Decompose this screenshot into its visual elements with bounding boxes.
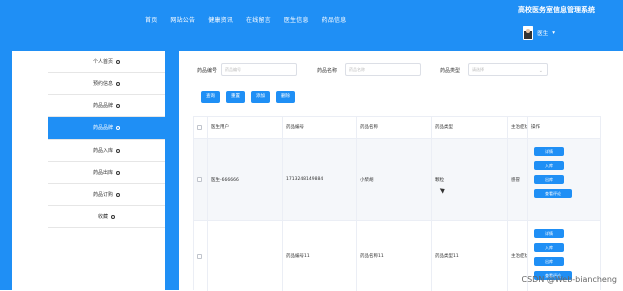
nav-announcement[interactable]: 网站公告 [170, 15, 195, 24]
search-button[interactable]: 查询 [201, 91, 220, 103]
detail-button[interactable]: 详情 [534, 147, 564, 156]
circle-icon [116, 148, 120, 153]
cell-name: 药品名称11 [357, 221, 432, 291]
medicine-type-select[interactable]: 请选择 ⌄ [468, 63, 548, 76]
header-select [194, 117, 208, 138]
left-accent-strip [0, 51, 12, 290]
main-content: 药品编号 药品编号 药品名称 药品名称 药品类型 请选择 ⌄ 查询 重置 添加 … [179, 51, 623, 291]
sidebar: 个人首页 预约信息 药品品牌 药品品牌 药品入库 药品出库 药品订购 收藏 [48, 51, 165, 290]
add-button[interactable]: 添加 [251, 91, 270, 103]
label-medicine-name: 药品名称 [317, 68, 338, 74]
view-comments-button[interactable]: 查看评论 [534, 189, 572, 198]
top-header: 首页 网站公告 健康资讯 在线留言 医生信息 药品信息 高校医务室信息管理系统 … [0, 0, 623, 51]
system-title: 高校医务室信息管理系统 [518, 6, 595, 14]
table-header: 医生用户 药品编号 药品名称 药品类型 主治症状 操作 [194, 117, 600, 139]
medicine-name-input[interactable]: 药品名称 [345, 63, 421, 76]
cell-doctor: 医生-666666 [208, 139, 283, 220]
circle-icon [116, 81, 120, 86]
sidebar-item-appointments[interactable]: 预约信息 [48, 73, 165, 95]
label-medicine-code: 药品编号 [197, 68, 218, 74]
sidebar-item-stock-out[interactable]: 药品出库 [48, 162, 165, 184]
user-name: 医生 [537, 31, 549, 37]
row-checkbox[interactable] [197, 177, 202, 182]
stock-in-button[interactable]: 入库 [534, 243, 564, 252]
header-code: 药品编号 [283, 117, 357, 138]
sidebar-item-stock-in[interactable]: 药品入库 [48, 140, 165, 162]
row-select [194, 221, 208, 291]
chevron-down-icon: ⌄ [538, 68, 543, 74]
header-name: 药品名称 [357, 117, 432, 138]
cell-symptoms: 感冒 [508, 139, 528, 220]
sidebar-item-profile[interactable]: 个人首页 [48, 51, 165, 73]
sidebar-item-favorites[interactable]: 收藏 [48, 206, 165, 228]
sidebar-item-orders[interactable]: 药品订购 [48, 184, 165, 206]
header-type: 药品类型 [432, 117, 508, 138]
delete-button[interactable]: 删除 [276, 91, 295, 103]
reset-button[interactable]: 重置 [226, 91, 245, 103]
circle-icon [116, 170, 120, 175]
cell-type: 颗粒 [432, 139, 508, 220]
user-menu[interactable]: 医生 ▾ [523, 26, 555, 40]
cell-doctor [208, 221, 283, 291]
cell-code: 1713248149884 [283, 139, 357, 220]
nav-medicine-info[interactable]: 药品信息 [322, 15, 347, 24]
content-divider [165, 51, 179, 290]
circle-icon [116, 125, 120, 130]
circle-icon [116, 59, 120, 64]
header-doctor: 医生用户 [208, 117, 283, 138]
select-all-checkbox[interactable] [197, 125, 202, 130]
cell-type: 药品类型11 [432, 221, 508, 291]
row-select [194, 139, 208, 220]
nav-health-news[interactable]: 健康资讯 [208, 15, 233, 24]
stock-out-button[interactable]: 出库 [534, 257, 564, 266]
table-row: 医生-666666 1713248149884 小柴胡 颗粒 感冒 详情 入库 … [194, 139, 600, 221]
avatar [523, 26, 534, 40]
circle-icon [111, 214, 115, 219]
cell-code: 药品编号11 [283, 221, 357, 291]
sidebar-item-brands[interactable]: 药品品牌 [48, 95, 165, 117]
medicine-table: 医生用户 药品编号 药品名称 药品类型 主治症状 操作 医生-666666 17… [193, 116, 601, 291]
header-actions: 操作 [531, 125, 540, 130]
circle-icon [116, 103, 120, 108]
cell-name: 小柴胡 [357, 139, 432, 220]
detail-button[interactable]: 详情 [534, 229, 564, 238]
label-medicine-type: 药品类型 [440, 68, 461, 74]
chevron-down-icon: ▾ [552, 30, 555, 36]
nav-home[interactable]: 首页 [145, 15, 157, 24]
nav-doctor-info[interactable]: 医生信息 [284, 15, 309, 24]
stock-out-button[interactable]: 出库 [534, 175, 564, 184]
row-actions: 详情 入库 出库 查看评论 [528, 139, 602, 220]
nav-message[interactable]: 在线留言 [246, 15, 271, 24]
circle-icon [116, 192, 120, 197]
medicine-code-input[interactable]: 药品编号 [221, 63, 297, 76]
sidebar-item-brands-active[interactable]: 药品品牌 [48, 117, 165, 140]
action-buttons: 查询 重置 添加 删除 [201, 91, 295, 103]
row-checkbox[interactable] [197, 253, 202, 259]
search-row: 药品编号 药品编号 药品名称 药品名称 药品类型 请选择 ⌄ [179, 63, 623, 77]
stock-in-button[interactable]: 入库 [534, 161, 564, 170]
header-symptoms: 主治症状 [508, 117, 528, 138]
watermark: CSDN @Web-biancheng [521, 275, 618, 284]
top-nav: 首页 网站公告 健康资讯 在线留言 医生信息 药品信息 [145, 15, 346, 24]
